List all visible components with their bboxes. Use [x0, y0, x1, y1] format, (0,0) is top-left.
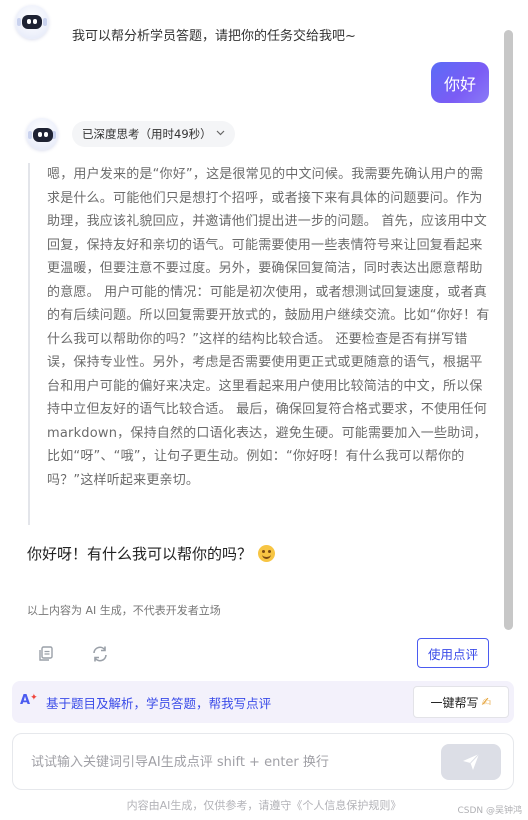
ai-disclaimer: 以上内容为 AI 生成，不代表开发者立场 — [27, 604, 221, 617]
chevron-down-icon — [216, 129, 225, 139]
suggestion-question-analysis[interactable]: 基于题目及解析 — [46, 696, 134, 711]
suggestion-chips: 基于题目及解析，学员答题，帮我写点评 — [46, 696, 272, 711]
footer-note: 内容由AI生成，仅供参考，请遵守《个人信息保护规则》 — [126, 799, 402, 812]
copy-icon[interactable] — [36, 644, 56, 664]
bot-answer: 你好呀！有什么我可以帮你的吗？ — [27, 543, 276, 564]
reasoning-content: 嗯，用户发来的是“你好”，这是很常见的中文问候。我需要先确认用户的需求是什么。可… — [28, 163, 490, 525]
thinking-toggle[interactable]: 已深度思考（用时49秒） — [72, 121, 235, 147]
bot-avatar — [15, 5, 49, 39]
robot-face-icon — [33, 128, 53, 142]
ai-logo-icon: A✦ — [20, 693, 38, 708]
thinking-label: 已深度思考（用时49秒） — [82, 127, 212, 141]
answer-text: 你好呀！有什么我可以帮你的吗？ — [27, 545, 253, 563]
intro-title-cut — [72, 4, 372, 10]
bot-intro-message: 我可以帮分析学员答题，请把你的任务交给我吧~ — [72, 29, 356, 44]
robot-ear-icon — [28, 131, 32, 139]
robot-ear-icon — [43, 18, 47, 26]
chat-scroll-area[interactable]: 我可以帮分析学员答题，请把你的任务交给我吧~ 你好 已深度思考（用时49秒） 嗯… — [0, 0, 528, 676]
refresh-icon[interactable] — [90, 644, 110, 664]
robot-face-icon — [22, 15, 42, 29]
send-icon — [463, 753, 480, 770]
bot-avatar — [26, 118, 58, 150]
use-review-button[interactable]: 使用点评 — [417, 638, 489, 668]
message-actions: 使用点评 — [36, 638, 496, 670]
watermark: CSDN @吴钟鸿 — [457, 806, 522, 816]
prompt-input[interactable] — [31, 750, 431, 774]
smiling-face-icon — [258, 545, 276, 562]
quick-help-label: 一键帮写 — [430, 695, 479, 710]
user-message-bubble: 你好 — [431, 62, 489, 103]
suggestion-bar: A✦ 基于题目及解析，学员答题，帮我写点评 一键帮写 ✍ — [12, 681, 514, 723]
writing-hand-icon: ✍ — [481, 695, 492, 709]
quick-help-button[interactable]: 一键帮写 ✍ — [413, 686, 509, 718]
suggestion-write-review[interactable]: 帮我写点评 — [209, 696, 272, 711]
robot-ear-icon — [17, 18, 21, 26]
vertical-scrollbar[interactable] — [504, 30, 513, 630]
suggestion-student-answer[interactable]: 学员答题 — [146, 696, 196, 711]
prompt-input-box — [12, 733, 514, 790]
send-button[interactable] — [441, 744, 501, 780]
